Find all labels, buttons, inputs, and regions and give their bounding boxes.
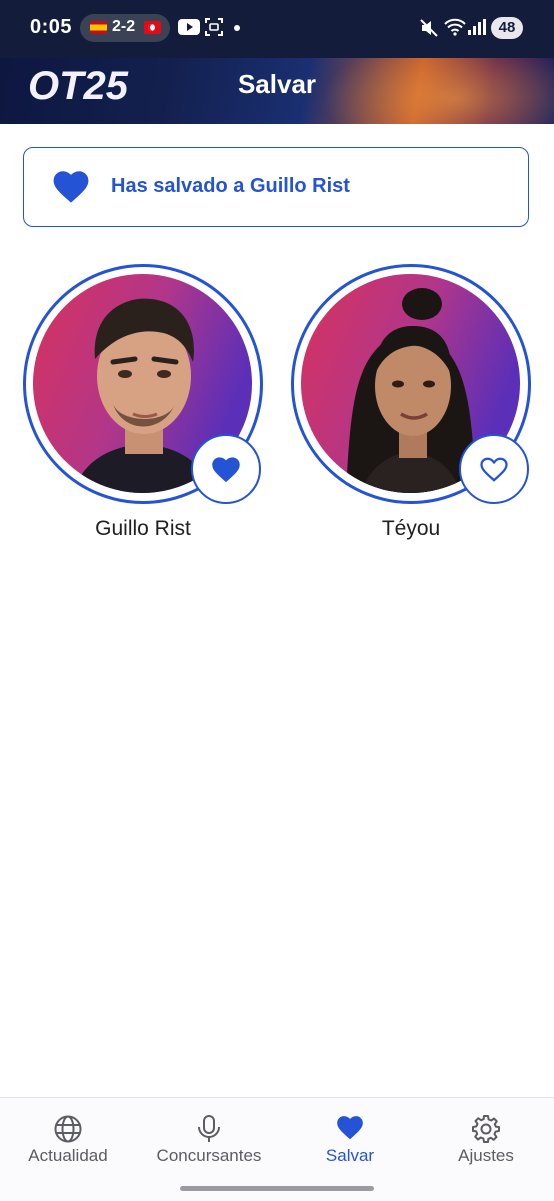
save-contestant-button[interactable] xyxy=(459,434,529,504)
status-bar: 0:05 2-2 48 xyxy=(0,0,554,58)
nav-label: Actualidad xyxy=(28,1146,108,1165)
wifi-icon xyxy=(444,18,466,36)
saved-banner: Has salvado a Guillo Rist xyxy=(23,147,529,227)
screenshot-icon xyxy=(205,18,223,36)
microphone-icon xyxy=(198,1115,220,1142)
gear-icon xyxy=(472,1115,500,1143)
nav-label: Concursantes xyxy=(156,1146,262,1165)
notification-dot-icon xyxy=(234,25,240,31)
heart-outline-icon xyxy=(480,457,508,482)
heart-icon xyxy=(337,1116,363,1140)
heart-filled-icon xyxy=(212,457,240,483)
heart-filled-icon xyxy=(53,171,89,203)
signal-icon xyxy=(468,19,486,35)
saved-banner-text: Has salvado a Guillo Rist xyxy=(111,175,350,197)
mute-icon xyxy=(420,19,438,37)
battery-indicator: 48 xyxy=(491,17,523,39)
nav-item-concursantes[interactable]: Concursantes xyxy=(140,1098,278,1178)
score-text: 2-2 xyxy=(112,18,136,35)
nav-item-salvar[interactable]: Salvar xyxy=(282,1098,418,1178)
live-score-pill[interactable]: 2-2 xyxy=(80,14,170,42)
youtube-icon xyxy=(178,19,200,35)
nav-label: Salvar xyxy=(325,1146,375,1165)
flag-spain-icon xyxy=(90,21,107,34)
nav-item-actualidad[interactable]: Actualidad xyxy=(0,1098,136,1178)
contestant-card-teyou[interactable]: Téyou xyxy=(291,264,531,554)
flag-turkey-icon xyxy=(144,21,161,34)
nav-label: Ajustes xyxy=(458,1146,514,1165)
contestant-name: Téyou xyxy=(381,517,441,540)
nav-item-ajustes[interactable]: Ajustes xyxy=(418,1098,554,1178)
home-indicator[interactable] xyxy=(180,1186,374,1191)
save-contestant-button[interactable] xyxy=(191,434,261,504)
contestant-name: Guillo Rist xyxy=(95,517,191,540)
page-title: Salvar xyxy=(237,69,317,99)
status-time: 0:05 xyxy=(30,16,73,38)
contestant-card-guillo-rist[interactable]: Guillo Rist xyxy=(23,264,263,554)
globe-icon xyxy=(54,1115,82,1143)
